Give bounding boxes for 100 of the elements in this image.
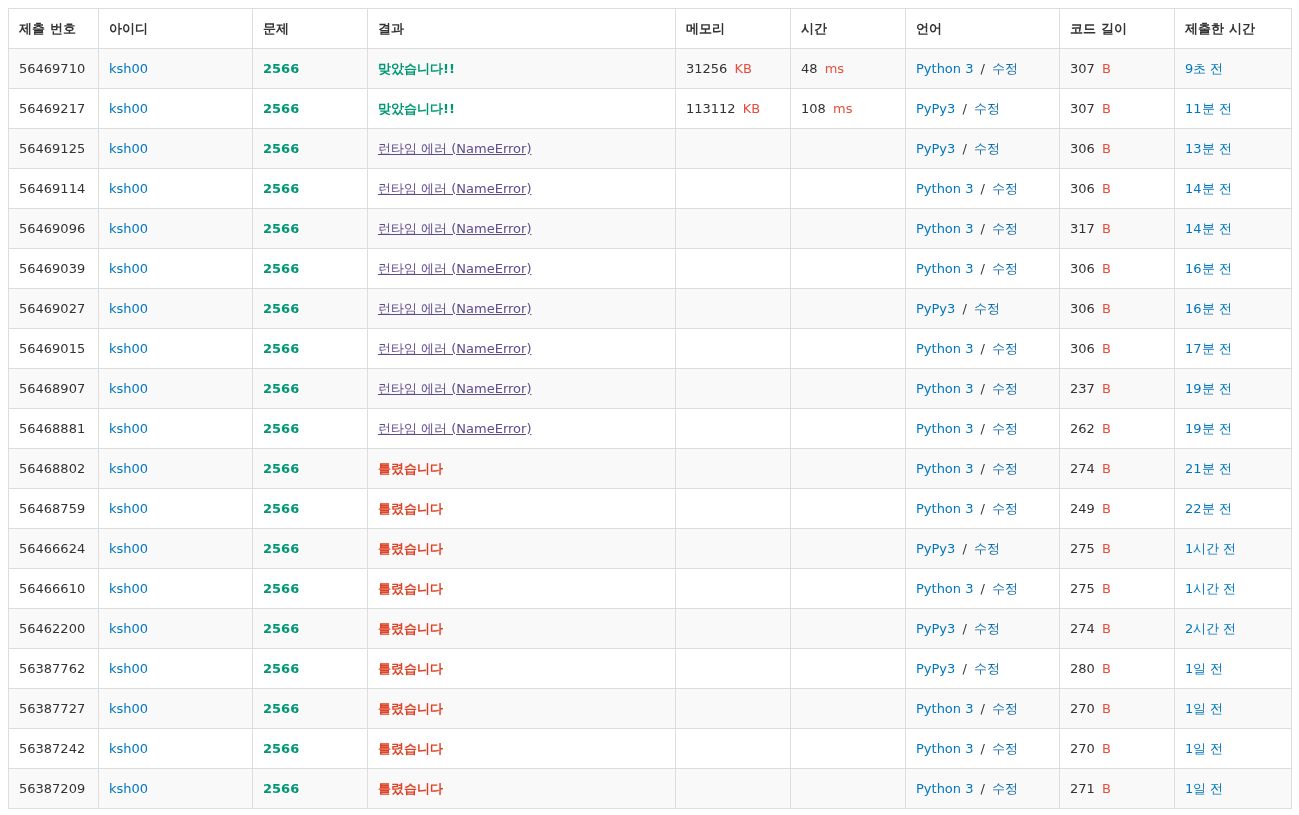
edit-link[interactable]: 수정 bbox=[974, 620, 1000, 636]
problem-link[interactable]: 2566 bbox=[263, 261, 300, 276]
problem-link[interactable]: 2566 bbox=[263, 661, 300, 676]
edit-link[interactable]: 수정 bbox=[992, 260, 1019, 276]
user-link[interactable]: ksh00 bbox=[109, 461, 149, 476]
result-link[interactable]: 런타임 에러 (NameError) bbox=[378, 140, 532, 156]
submitted-time-link[interactable]: 16분 전 bbox=[1185, 260, 1232, 276]
user-link[interactable]: ksh00 bbox=[109, 741, 149, 756]
result-link[interactable]: 런타임 에러 (NameError) bbox=[378, 420, 532, 436]
result-link[interactable]: 런타임 에러 (NameError) bbox=[378, 260, 532, 276]
problem-link[interactable]: 2566 bbox=[263, 501, 300, 516]
submitted-time-link[interactable]: 1시간 전 bbox=[1185, 580, 1237, 596]
problem-link[interactable]: 2566 bbox=[263, 61, 300, 76]
user-link[interactable]: ksh00 bbox=[109, 381, 149, 396]
result-link[interactable]: 런타임 에러 (NameError) bbox=[378, 220, 532, 236]
result-link[interactable]: 런타임 에러 (NameError) bbox=[378, 340, 532, 356]
edit-link[interactable]: 수정 bbox=[992, 740, 1019, 756]
language-link[interactable]: PyPy3 bbox=[916, 300, 956, 316]
language-link[interactable]: PyPy3 bbox=[916, 140, 956, 156]
language-link[interactable]: PyPy3 bbox=[916, 540, 956, 556]
language-link[interactable]: Python 3 bbox=[916, 420, 974, 436]
edit-link[interactable]: 수정 bbox=[992, 460, 1019, 476]
submitted-time-link[interactable]: 16분 전 bbox=[1185, 300, 1232, 316]
user-link[interactable]: ksh00 bbox=[109, 621, 149, 636]
user-link[interactable]: ksh00 bbox=[109, 181, 149, 196]
edit-link[interactable]: 수정 bbox=[992, 700, 1019, 716]
problem-link[interactable]: 2566 bbox=[263, 621, 300, 636]
result-link[interactable]: 런타임 에러 (NameError) bbox=[378, 380, 532, 396]
edit-link[interactable]: 수정 bbox=[974, 140, 1000, 156]
result-link[interactable]: 런타임 에러 (NameError) bbox=[378, 180, 532, 196]
submitted-time-link[interactable]: 2시간 전 bbox=[1185, 620, 1237, 636]
problem-link[interactable]: 2566 bbox=[263, 461, 300, 476]
problem-link[interactable]: 2566 bbox=[263, 141, 300, 156]
submitted-time-link[interactable]: 19분 전 bbox=[1185, 420, 1232, 436]
problem-link[interactable]: 2566 bbox=[263, 781, 300, 796]
user-link[interactable]: ksh00 bbox=[109, 261, 149, 276]
language-link[interactable]: PyPy3 bbox=[916, 620, 956, 636]
submitted-time-link[interactable]: 13분 전 bbox=[1185, 140, 1232, 156]
edit-link[interactable]: 수정 bbox=[992, 500, 1019, 516]
submitted-time-link[interactable]: 1일 전 bbox=[1185, 740, 1224, 756]
language-link[interactable]: Python 3 bbox=[916, 260, 974, 276]
language-link[interactable]: Python 3 bbox=[916, 180, 974, 196]
edit-link[interactable]: 수정 bbox=[992, 780, 1019, 796]
problem-link[interactable]: 2566 bbox=[263, 181, 300, 196]
result-link[interactable]: 런타임 에러 (NameError) bbox=[378, 300, 532, 316]
edit-link[interactable]: 수정 bbox=[992, 340, 1019, 356]
edit-link[interactable]: 수정 bbox=[974, 660, 1000, 676]
user-link[interactable]: ksh00 bbox=[109, 141, 149, 156]
problem-link[interactable]: 2566 bbox=[263, 221, 300, 236]
submitted-time-link[interactable]: 14분 전 bbox=[1185, 180, 1232, 196]
language-link[interactable]: Python 3 bbox=[916, 500, 974, 516]
problem-link[interactable]: 2566 bbox=[263, 421, 300, 436]
submitted-time-link[interactable]: 19분 전 bbox=[1185, 380, 1232, 396]
problem-link[interactable]: 2566 bbox=[263, 101, 300, 116]
submitted-time-link[interactable]: 17분 전 bbox=[1185, 340, 1232, 356]
submitted-time-link[interactable]: 9초 전 bbox=[1185, 60, 1224, 76]
language-link[interactable]: PyPy3 bbox=[916, 100, 956, 116]
edit-link[interactable]: 수정 bbox=[992, 580, 1019, 596]
submitted-time-link[interactable]: 1시간 전 bbox=[1185, 540, 1237, 556]
submitted-time-link[interactable]: 1일 전 bbox=[1185, 780, 1224, 796]
user-link[interactable]: ksh00 bbox=[109, 501, 149, 516]
user-link[interactable]: ksh00 bbox=[109, 221, 149, 236]
submitted-time-link[interactable]: 1일 전 bbox=[1185, 700, 1224, 716]
edit-link[interactable]: 수정 bbox=[974, 300, 1000, 316]
submitted-time-link[interactable]: 11분 전 bbox=[1185, 100, 1232, 116]
language-link[interactable]: Python 3 bbox=[916, 60, 974, 76]
submitted-time-link[interactable]: 21분 전 bbox=[1185, 460, 1232, 476]
edit-link[interactable]: 수정 bbox=[992, 380, 1019, 396]
user-link[interactable]: ksh00 bbox=[109, 541, 149, 556]
problem-link[interactable]: 2566 bbox=[263, 301, 300, 316]
user-link[interactable]: ksh00 bbox=[109, 421, 149, 436]
language-link[interactable]: Python 3 bbox=[916, 740, 974, 756]
language-link[interactable]: PyPy3 bbox=[916, 660, 956, 676]
language-link[interactable]: Python 3 bbox=[916, 700, 974, 716]
problem-link[interactable]: 2566 bbox=[263, 741, 300, 756]
edit-link[interactable]: 수정 bbox=[974, 100, 1000, 116]
language-link[interactable]: Python 3 bbox=[916, 580, 974, 596]
language-link[interactable]: Python 3 bbox=[916, 380, 974, 396]
edit-link[interactable]: 수정 bbox=[992, 220, 1019, 236]
problem-link[interactable]: 2566 bbox=[263, 341, 300, 356]
user-link[interactable]: ksh00 bbox=[109, 581, 149, 596]
problem-link[interactable]: 2566 bbox=[263, 701, 300, 716]
user-link[interactable]: ksh00 bbox=[109, 701, 149, 716]
problem-link[interactable]: 2566 bbox=[263, 581, 300, 596]
user-link[interactable]: ksh00 bbox=[109, 781, 149, 796]
user-link[interactable]: ksh00 bbox=[109, 61, 149, 76]
submitted-time-link[interactable]: 1일 전 bbox=[1185, 660, 1224, 676]
user-link[interactable]: ksh00 bbox=[109, 101, 149, 116]
language-link[interactable]: Python 3 bbox=[916, 460, 974, 476]
language-link[interactable]: Python 3 bbox=[916, 220, 974, 236]
edit-link[interactable]: 수정 bbox=[974, 540, 1000, 556]
language-link[interactable]: Python 3 bbox=[916, 340, 974, 356]
user-link[interactable]: ksh00 bbox=[109, 301, 149, 316]
user-link[interactable]: ksh00 bbox=[109, 661, 149, 676]
user-link[interactable]: ksh00 bbox=[109, 341, 149, 356]
language-link[interactable]: Python 3 bbox=[916, 780, 974, 796]
problem-link[interactable]: 2566 bbox=[263, 381, 300, 396]
edit-link[interactable]: 수정 bbox=[992, 60, 1019, 76]
edit-link[interactable]: 수정 bbox=[992, 420, 1019, 436]
submitted-time-link[interactable]: 14분 전 bbox=[1185, 220, 1232, 236]
